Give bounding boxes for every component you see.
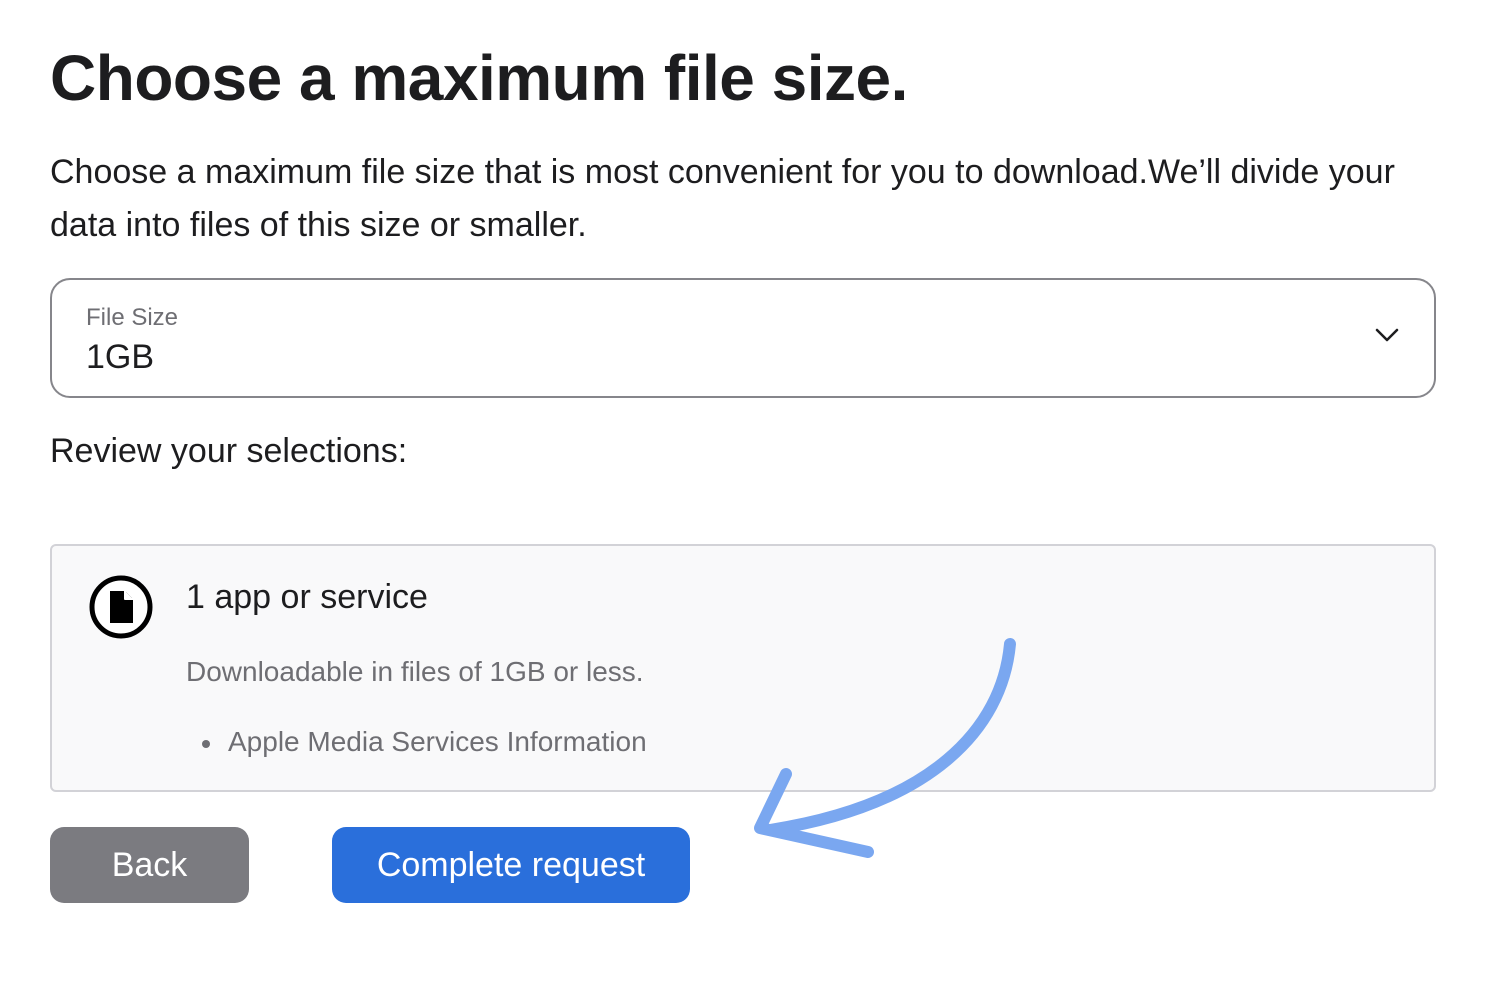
document-icon — [89, 575, 153, 639]
complete-request-button[interactable]: Complete request — [332, 827, 690, 903]
bullet-icon — [202, 740, 210, 748]
list-item-label: Apple Media Services Information — [228, 726, 647, 757]
review-heading: Review your selections: — [50, 432, 408, 470]
page: Choose a maximum file size. Choose a max… — [0, 0, 1500, 981]
list-item: Apple Media Services Information — [202, 726, 647, 758]
summary-subtitle: Downloadable in files of 1GB or less. — [186, 656, 644, 687]
summary-title: 1 app or service — [186, 578, 428, 616]
chevron-down-icon — [1375, 328, 1399, 342]
file-size-value: 1GB — [86, 338, 155, 376]
back-button[interactable]: Back — [50, 827, 249, 903]
selection-summary-card: 1 app or service Downloadable in files o… — [50, 544, 1436, 792]
summary-list: Apple Media Services Information — [202, 726, 647, 758]
file-size-label: File Size — [86, 304, 179, 331]
file-size-select[interactable]: File Size 1GB — [50, 278, 1436, 398]
page-description: Choose a maximum file size that is most … — [50, 153, 1395, 244]
page-title: Choose a maximum file size. — [50, 42, 908, 114]
